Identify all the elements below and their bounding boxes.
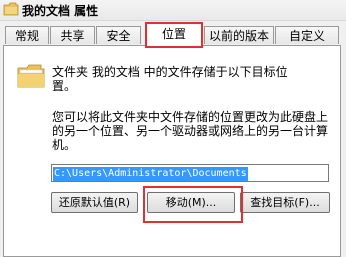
info-line-2: 的另一个位置、另一个驱动器或网络上的另一台计算	[52, 124, 329, 138]
tab-sharing[interactable]: 共享	[50, 26, 95, 44]
window-title: 我的文档 属性	[22, 4, 99, 18]
folder-large-icon	[17, 64, 45, 88]
folder-icon	[3, 2, 19, 16]
description-line-1: 文件夹 我的文档 中的文件存储于以下目标位	[52, 65, 288, 79]
find-target-button[interactable]: 查找目标(F)...	[240, 192, 330, 213]
restore-default-button[interactable]: 还原默认值(R)	[51, 192, 138, 213]
path-field[interactable]: C:\Users\Administrator\Documents	[51, 164, 329, 182]
tab-customize[interactable]: 自定义	[275, 26, 339, 44]
path-value: C:\Users\Administrator\Documents	[53, 167, 248, 181]
description-line-2: 置。	[52, 79, 77, 93]
info-line-1: 您可以将此文件夹中文件存储的位置更改为此硬盘上	[52, 110, 329, 124]
title-bar: 我的文档 属性	[0, 0, 346, 21]
move-button[interactable]: 移动(M)...	[147, 192, 235, 213]
tab-location[interactable]: 位置	[146, 22, 202, 46]
tab-general[interactable]: 常规	[5, 26, 49, 44]
tab-strip: 常规 共享 安全 位置 以前的版本 自定义	[0, 20, 346, 46]
tab-previous-versions[interactable]: 以前的版本	[204, 26, 274, 44]
info-line-3: 机。	[52, 138, 77, 152]
tab-security[interactable]: 安全	[96, 26, 141, 44]
